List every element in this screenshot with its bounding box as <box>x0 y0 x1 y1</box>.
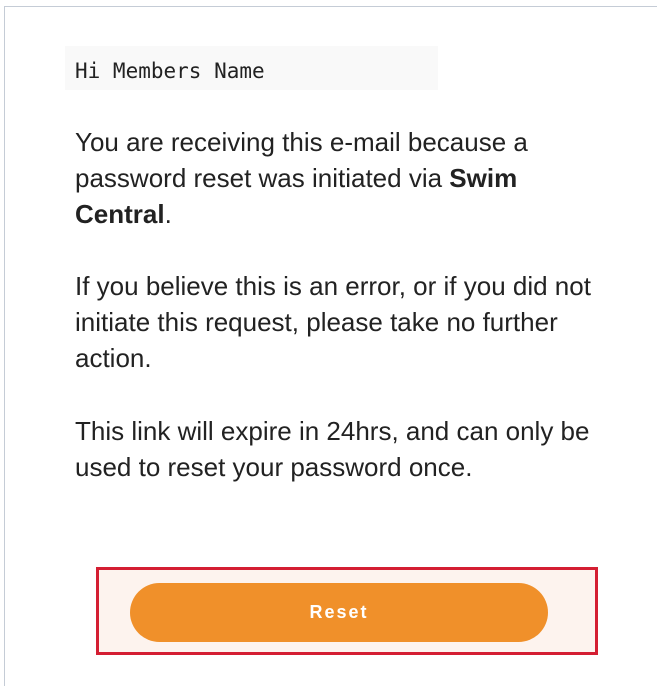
paragraph-reset-initiated: You are receiving this e-mail because a … <box>75 124 620 232</box>
paragraph-reset-initiated-end: . <box>164 199 172 229</box>
greeting-text: Hi Members Name <box>75 59 265 83</box>
reset-button[interactable]: Reset <box>130 583 548 642</box>
paragraph-error-notice: If you believe this is an error, or if y… <box>75 271 591 373</box>
paragraph-link-expiry: This link will expire in 24hrs, and can … <box>75 416 590 482</box>
